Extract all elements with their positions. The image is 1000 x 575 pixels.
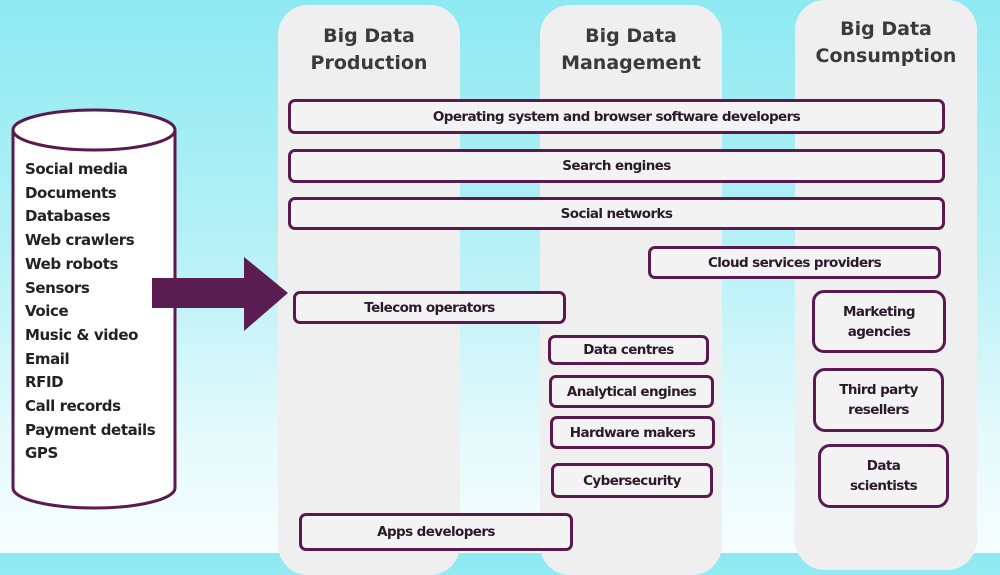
- box-hardware-makers: Hardware makers: [550, 416, 715, 449]
- column-production: Big Data Production: [278, 5, 460, 575]
- box-marketing-agencies: Marketing agencies: [812, 290, 946, 353]
- source-item: Sensors: [25, 278, 90, 297]
- source-item: Databases: [25, 207, 111, 226]
- box-apps-developers: Apps developers: [299, 513, 573, 551]
- box-cybersecurity: Cybersecurity: [551, 463, 713, 498]
- source-item: Web robots: [25, 254, 118, 273]
- source-item: Payment details: [25, 420, 156, 439]
- source-item: Documents: [25, 183, 117, 202]
- box-data-centres: Data centres: [548, 335, 709, 365]
- box-analytical-engines: Analytical engines: [549, 375, 714, 408]
- source-item: RFID: [25, 373, 64, 392]
- box-telecom-operators: Telecom operators: [293, 291, 566, 324]
- source-item: Web crawlers: [25, 231, 135, 250]
- source-item: Email: [25, 349, 70, 368]
- source-item: Voice: [25, 302, 69, 321]
- column-title-production: Big Data Production: [310, 25, 428, 74]
- data-sources-list: Social media Documents Databases Web cra…: [25, 158, 156, 466]
- source-item: Call records: [25, 397, 121, 416]
- column-title-consumption: Big Data Consumption: [815, 18, 957, 67]
- source-item: Social media: [25, 160, 128, 178]
- box-cloud-providers: Cloud services providers: [648, 246, 941, 279]
- box-data-scientists: Data scientists: [818, 444, 949, 508]
- box-search-engines: Search engines: [288, 149, 945, 183]
- column-title-management: Big Data Management: [561, 25, 701, 74]
- source-item: GPS: [25, 444, 58, 463]
- box-os-developers: Operating system and browser software de…: [288, 99, 945, 134]
- box-third-party-resellers: Third party resellers: [813, 368, 944, 432]
- source-item: Music & video: [25, 325, 139, 344]
- box-social-networks: Social networks: [288, 197, 945, 230]
